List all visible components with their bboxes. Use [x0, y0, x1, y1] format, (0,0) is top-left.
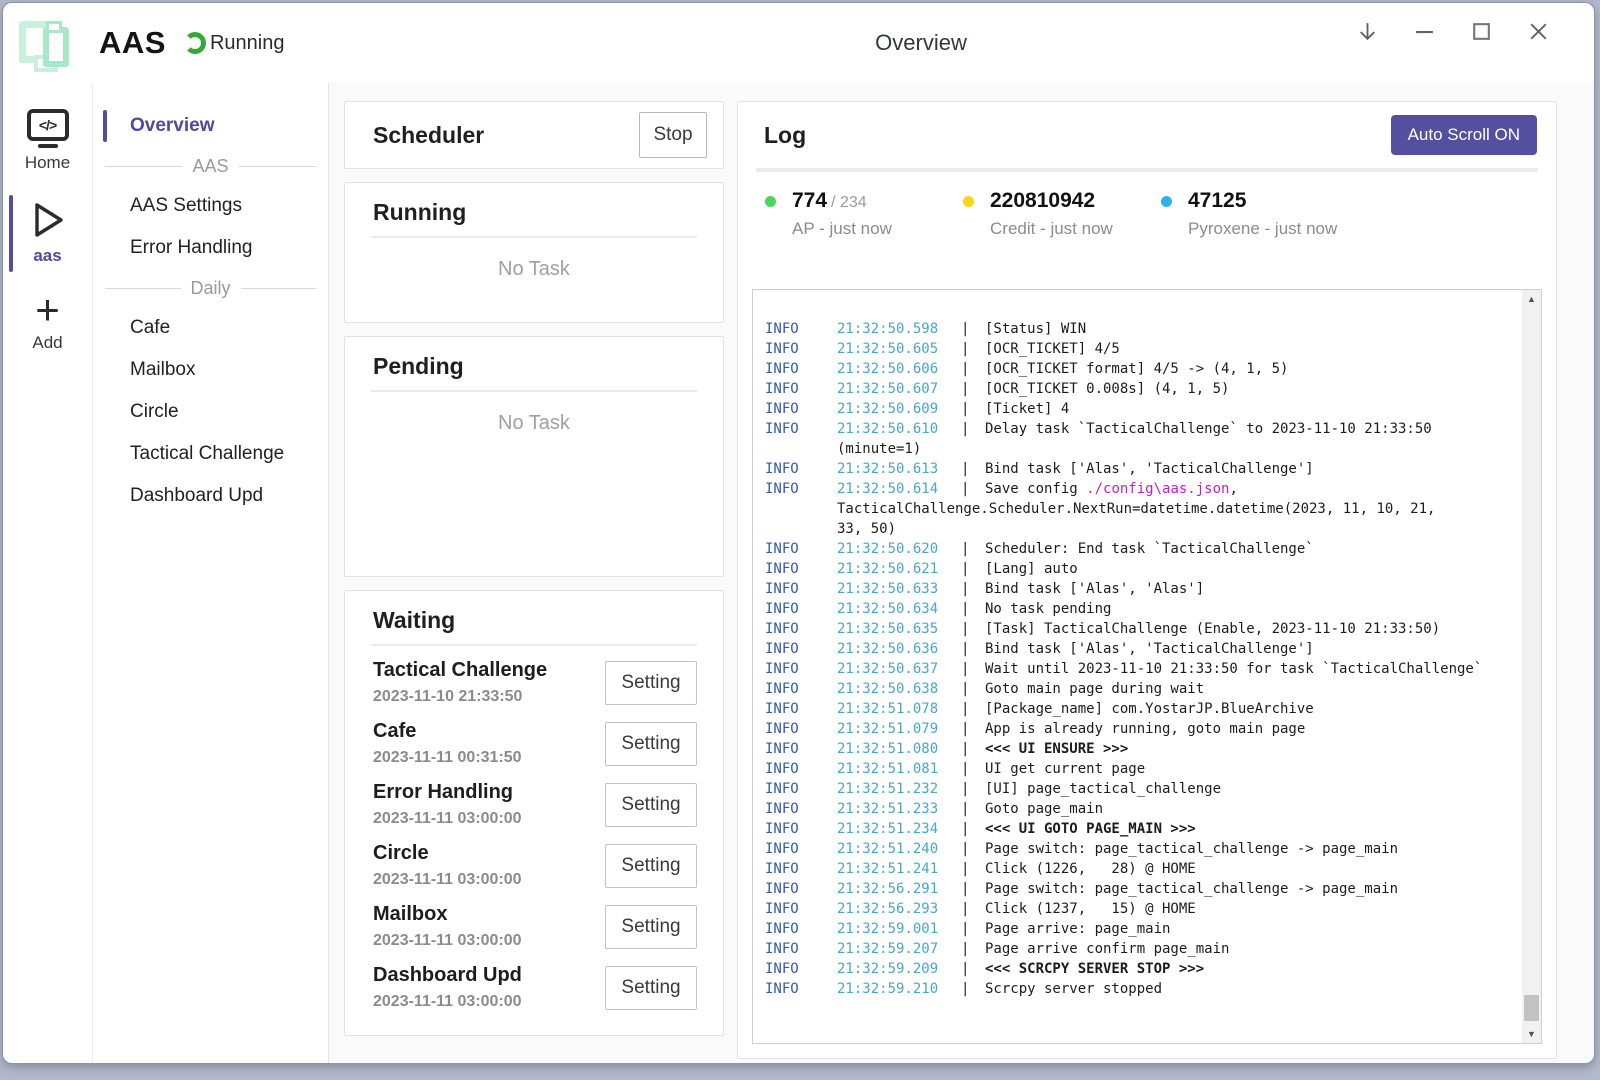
task-name: Circle — [373, 842, 522, 865]
rail-item-home[interactable]: </> Home — [3, 101, 92, 183]
stat-label: AP - just now — [792, 219, 892, 239]
task-next-run-time: 2023-11-11 03:00:00 — [373, 932, 522, 950]
task-name: Error Handling — [373, 781, 522, 804]
sidebar-item-error-handling[interactable]: Error Handling — [93, 227, 328, 269]
add-icon: + — [35, 292, 60, 328]
auto-scroll-toggle[interactable]: Auto Scroll ON — [1391, 115, 1537, 155]
scroll-down-icon[interactable]: ▼ — [1522, 1025, 1541, 1043]
maximize-icon[interactable] — [1469, 19, 1493, 43]
stat-suffix: / 234 — [831, 194, 867, 211]
page-title: Overview — [875, 30, 967, 56]
close-icon[interactable] — [1526, 19, 1550, 43]
running-card: Running No Task — [344, 182, 724, 323]
app-name: AAS — [99, 25, 166, 61]
stat-value: 220810942 — [990, 189, 1095, 212]
running-spinner-icon — [184, 32, 206, 54]
task-setting-button[interactable]: Setting — [605, 905, 697, 949]
titlebar: AAS Running Overview — [3, 3, 1594, 83]
scheduler-status: Running — [184, 32, 285, 55]
sidebar-section-aas: AAS — [105, 147, 316, 185]
sidebar-item-dashboard-upd[interactable]: Dashboard Upd — [93, 475, 328, 517]
stop-button[interactable]: Stop — [639, 112, 707, 158]
sidebar-item-aas-settings[interactable]: AAS Settings — [93, 185, 328, 227]
task-setting-button[interactable]: Setting — [605, 722, 697, 766]
waiting-card: Waiting Tactical Challenge 2023-11-10 21… — [344, 590, 724, 1036]
stat-dot-icon — [963, 196, 974, 207]
log-title: Log — [764, 122, 806, 149]
waiting-task-list: Tactical Challenge 2023-11-10 21:33:50 S… — [345, 646, 723, 1018]
rail-aas-label: aas — [33, 246, 61, 266]
waiting-task-row: Mailbox 2023-11-11 03:00:00 Setting — [373, 896, 697, 957]
task-next-run-time: 2023-11-11 03:00:00 — [373, 871, 522, 889]
rail-item-aas[interactable]: aas — [3, 191, 92, 276]
waiting-task-row: Circle 2023-11-11 03:00:00 Setting — [373, 835, 697, 896]
task-next-run-time: 2023-11-11 03:00:00 — [373, 993, 522, 1011]
task-next-run-time: 2023-11-11 00:31:50 — [373, 749, 522, 767]
sidebar-section-daily: Daily — [105, 269, 316, 307]
log-viewer: INFO21:32:50.598| [Status] WININFO21:32:… — [752, 289, 1542, 1044]
stat-value: 47125 — [1188, 189, 1246, 212]
log-scrollbar[interactable]: ▲ ▼ — [1522, 290, 1541, 1043]
rail-item-add[interactable]: + Add — [3, 284, 92, 363]
waiting-task-row: Cafe 2023-11-11 00:31:50 Setting — [373, 713, 697, 774]
stat-dot-icon — [1161, 196, 1172, 207]
log-lines: INFO21:32:50.598| [Status] WININFO21:32:… — [753, 290, 1521, 1043]
scroll-up-icon[interactable]: ▲ — [1522, 290, 1541, 308]
sidebar-item-circle[interactable]: Circle — [93, 391, 328, 433]
task-setting-button[interactable]: Setting — [605, 783, 697, 827]
waiting-title: Waiting — [345, 607, 723, 634]
task-setting-button[interactable]: Setting — [605, 966, 697, 1010]
icon-rail: </> Home aas + Add — [3, 83, 93, 1064]
window-controls — [1355, 19, 1550, 43]
play-icon — [28, 199, 68, 241]
task-name: Dashboard Upd — [373, 964, 522, 987]
status-text: Running — [210, 32, 285, 55]
waiting-task-row: Error Handling 2023-11-11 03:00:00 Setti… — [373, 774, 697, 835]
log-card: Log Auto Scroll ON 774/ 234 — [737, 101, 1557, 1059]
config-sidebar: Overview AAS AAS Settings Error Handling… — [93, 83, 329, 1064]
app-logo-icon — [13, 13, 77, 73]
scheduler-title: Scheduler — [373, 122, 484, 149]
running-empty-text: No Task — [345, 258, 723, 281]
stat-value: 774 — [792, 189, 827, 212]
sidebar-item-mailbox[interactable]: Mailbox — [93, 349, 328, 391]
scrollbar-thumb[interactable] — [1524, 995, 1539, 1021]
dashboard-stat: 774/ 234 AP - just now — [765, 189, 963, 239]
task-setting-button[interactable]: Setting — [605, 661, 697, 705]
sidebar-item-overview[interactable]: Overview — [93, 105, 328, 147]
pending-card: Pending No Task — [344, 336, 724, 577]
pending-empty-text: No Task — [345, 412, 723, 435]
dashboard-stats: 774/ 234 AP - just now 2208109 — [738, 172, 1556, 249]
task-name: Cafe — [373, 720, 522, 743]
waiting-task-row: Tactical Challenge 2023-11-10 21:33:50 S… — [373, 652, 697, 713]
stat-label: Credit - just now — [990, 219, 1113, 239]
running-title: Running — [345, 199, 723, 226]
dashboard-stat: 47125 Pyroxene - just now — [1161, 189, 1359, 239]
task-next-run-time: 2023-11-10 21:33:50 — [373, 688, 547, 706]
waiting-task-row: Dashboard Upd 2023-11-11 03:00:00 Settin… — [373, 957, 697, 1018]
pending-title: Pending — [345, 353, 723, 380]
dashboard-stat: 220810942 Credit - just now — [963, 189, 1161, 239]
download-icon[interactable] — [1355, 19, 1379, 43]
task-name: Mailbox — [373, 903, 522, 926]
rail-home-label: Home — [25, 153, 70, 173]
scheduler-card: Scheduler Stop — [344, 101, 724, 169]
home-icon: </> — [27, 109, 69, 148]
task-name: Tactical Challenge — [373, 659, 547, 682]
main-content: Scheduler Stop Running No Task Pending N… — [329, 83, 1594, 1064]
sidebar-item-tactical-challenge[interactable]: Tactical Challenge — [93, 433, 328, 475]
stat-dot-icon — [765, 196, 776, 207]
app-window: AAS Running Overview </> — [2, 2, 1595, 1064]
task-setting-button[interactable]: Setting — [605, 844, 697, 888]
sidebar-item-cafe[interactable]: Cafe — [93, 307, 328, 349]
stat-label: Pyroxene - just now — [1188, 219, 1337, 239]
task-next-run-time: 2023-11-11 03:00:00 — [373, 810, 522, 828]
rail-add-label: Add — [32, 333, 62, 353]
logo-phone-icon — [43, 27, 69, 67]
minimize-icon[interactable] — [1412, 19, 1436, 43]
